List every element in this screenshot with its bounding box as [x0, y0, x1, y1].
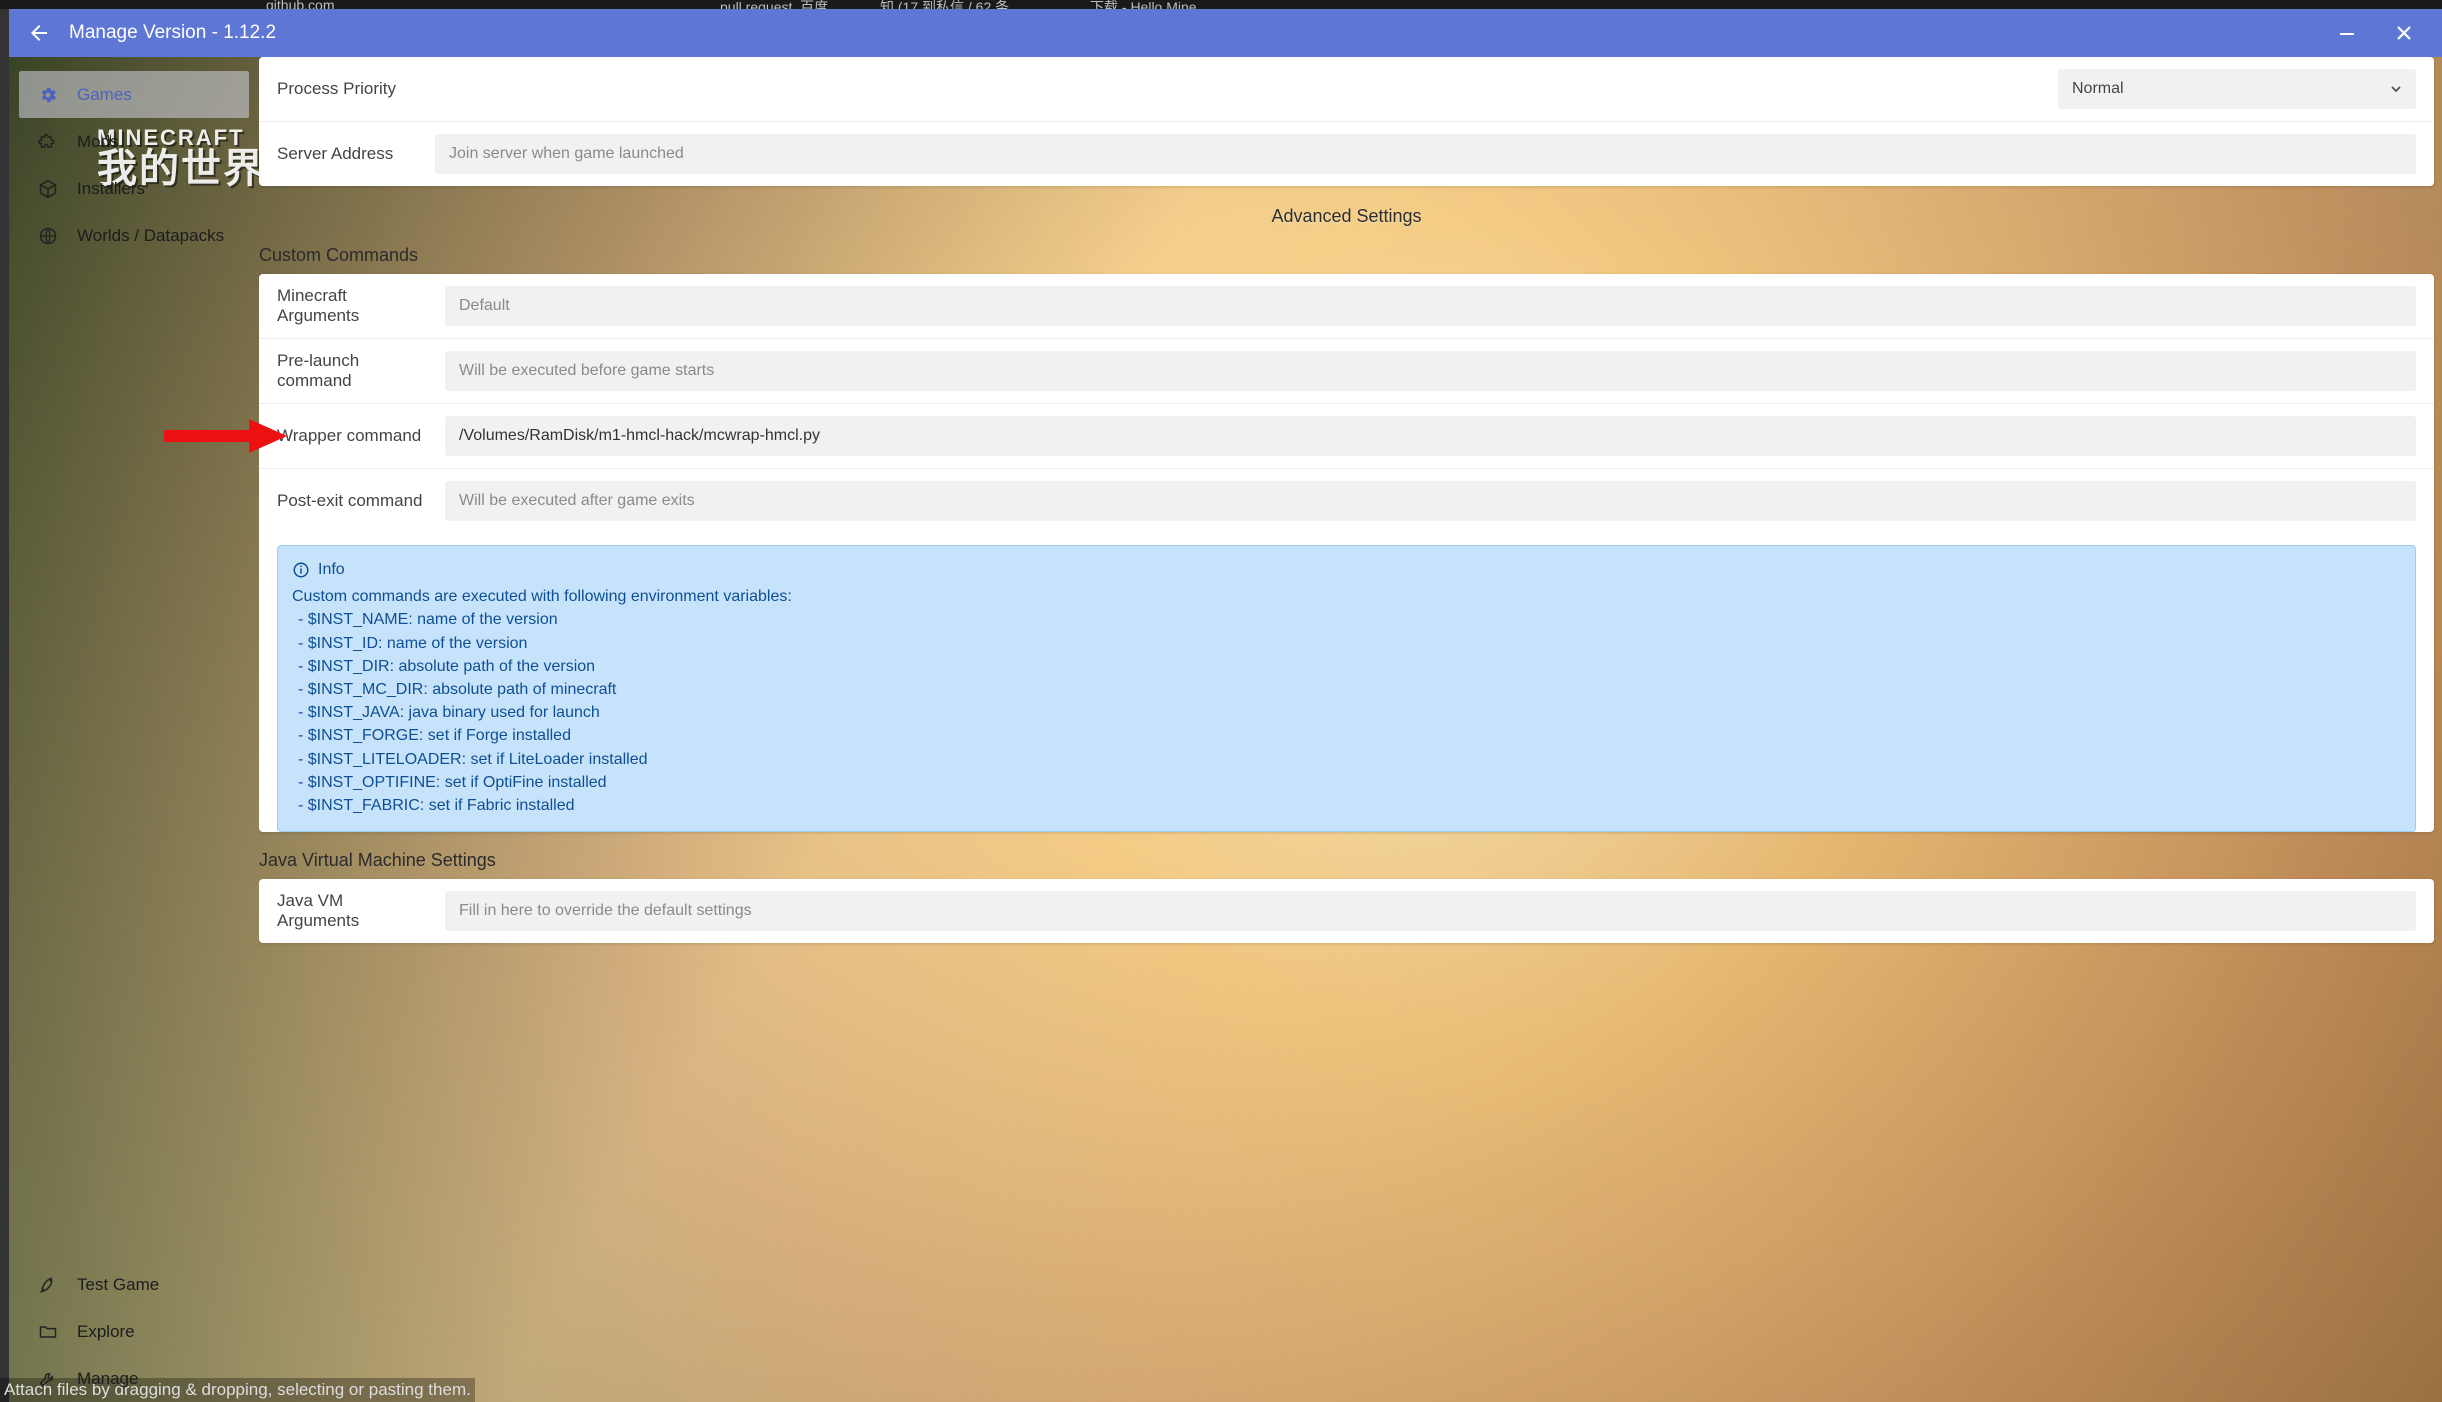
- info-intro: Custom commands are executed with follow…: [292, 585, 2401, 608]
- info-box: Info Custom commands are executed with f…: [277, 545, 2416, 832]
- jvm-args-label: Java VM Arguments: [277, 891, 427, 931]
- gear-icon: [37, 85, 59, 105]
- info-title: Info: [318, 558, 345, 581]
- wrapper-command-label: Wrapper command: [277, 426, 427, 446]
- custom-commands-card: Minecraft Arguments Pre-launch command W…: [259, 274, 2434, 832]
- folder-icon: [37, 1322, 59, 1342]
- sidebar-item-explore[interactable]: Explore: [9, 1308, 259, 1355]
- advanced-settings-heading: Advanced Settings: [259, 206, 2434, 227]
- puzzle-icon: [37, 132, 59, 152]
- page-title: Manage Version - 1.12.2: [69, 22, 276, 44]
- cube-icon: [37, 179, 59, 199]
- sidebar-item-test-game[interactable]: Test Game: [9, 1261, 259, 1308]
- info-line: - $INST_JAVA: java binary used for launc…: [292, 701, 2401, 724]
- postexit-command-input[interactable]: [445, 481, 2416, 521]
- info-line: - $INST_OPTIFINE: set if OptiFine instal…: [292, 771, 2401, 794]
- back-button[interactable]: [27, 21, 51, 45]
- close-button[interactable]: [2384, 19, 2424, 47]
- info-line: - $INST_FABRIC: set if Fabric installed: [292, 794, 2401, 817]
- postexit-command-row: Post-exit command: [259, 468, 2434, 533]
- minecraft-arguments-row: Minecraft Arguments: [259, 274, 2434, 338]
- process-priority-label: Process Priority: [277, 79, 417, 99]
- process-priority-row: Process Priority Normal: [259, 57, 2434, 121]
- sidebar-item-label: Installers: [77, 179, 145, 199]
- sidebar-item-worlds[interactable]: Worlds / Datapacks: [9, 212, 259, 259]
- server-address-row: Server Address: [259, 121, 2434, 186]
- prelaunch-command-label: Pre-launch command: [277, 351, 427, 391]
- prelaunch-command-row: Pre-launch command: [259, 338, 2434, 403]
- sidebar-item-label: Test Game: [77, 1275, 159, 1295]
- server-address-input[interactable]: [435, 134, 2416, 174]
- arrow-left-icon: [27, 21, 51, 45]
- info-line: - $INST_FORGE: set if Forge installed: [292, 724, 2401, 747]
- info-line: - $INST_DIR: absolute path of the versio…: [292, 655, 2401, 678]
- chevron-down-icon: [2390, 83, 2402, 95]
- main-content[interactable]: Process Priority Normal Server Address A…: [259, 57, 2442, 1402]
- rocket-icon: [37, 1275, 59, 1295]
- globe-icon: [37, 226, 59, 246]
- titlebar: Manage Version - 1.12.2: [9, 9, 2442, 57]
- sidebar-item-label: Worlds / Datapacks: [77, 226, 224, 246]
- sidebar-item-installers[interactable]: Installers: [9, 165, 259, 212]
- prelaunch-command-input[interactable]: [445, 351, 2416, 391]
- minecraft-arguments-label: Minecraft Arguments: [277, 286, 427, 326]
- sidebar-item-manage[interactable]: Manage: [9, 1355, 259, 1402]
- general-settings-card: Process Priority Normal Server Address: [259, 57, 2434, 186]
- process-priority-select[interactable]: Normal: [2058, 69, 2416, 109]
- sidebar-item-label: Explore: [77, 1322, 135, 1342]
- sidebar: Games Mods Installers: [9, 57, 259, 1402]
- wrapper-command-row: Wrapper command: [259, 403, 2434, 468]
- jvm-settings-card: Java VM Arguments: [259, 879, 2434, 943]
- sidebar-item-mods[interactable]: Mods: [9, 118, 259, 165]
- wrapper-command-input[interactable]: [445, 416, 2416, 456]
- sidebar-item-label: Games: [77, 85, 132, 105]
- postexit-command-label: Post-exit command: [277, 491, 427, 511]
- jvm-args-input[interactable]: [445, 891, 2416, 931]
- server-address-label: Server Address: [277, 144, 417, 164]
- custom-commands-heading: Custom Commands: [259, 245, 2434, 266]
- close-icon: [2394, 23, 2414, 43]
- info-icon: [292, 561, 310, 579]
- jvm-args-row: Java VM Arguments: [259, 879, 2434, 943]
- process-priority-value: Normal: [2072, 80, 2124, 98]
- sidebar-item-label: Manage: [77, 1369, 138, 1389]
- info-line: - $INST_MC_DIR: absolute path of minecra…: [292, 678, 2401, 701]
- minimize-icon: [2338, 24, 2356, 42]
- minecraft-arguments-input[interactable]: [445, 286, 2416, 326]
- sidebar-item-label: Mods: [77, 132, 119, 152]
- info-line: - $INST_NAME: name of the version: [292, 608, 2401, 631]
- sidebar-item-games[interactable]: Games: [19, 71, 249, 118]
- jvm-settings-heading: Java Virtual Machine Settings: [259, 850, 2434, 871]
- minimize-button[interactable]: [2328, 20, 2366, 46]
- info-line: - $INST_ID: name of the version: [292, 632, 2401, 655]
- wrench-icon: [37, 1369, 59, 1389]
- info-line: - $INST_LITELOADER: set if LiteLoader in…: [292, 748, 2401, 771]
